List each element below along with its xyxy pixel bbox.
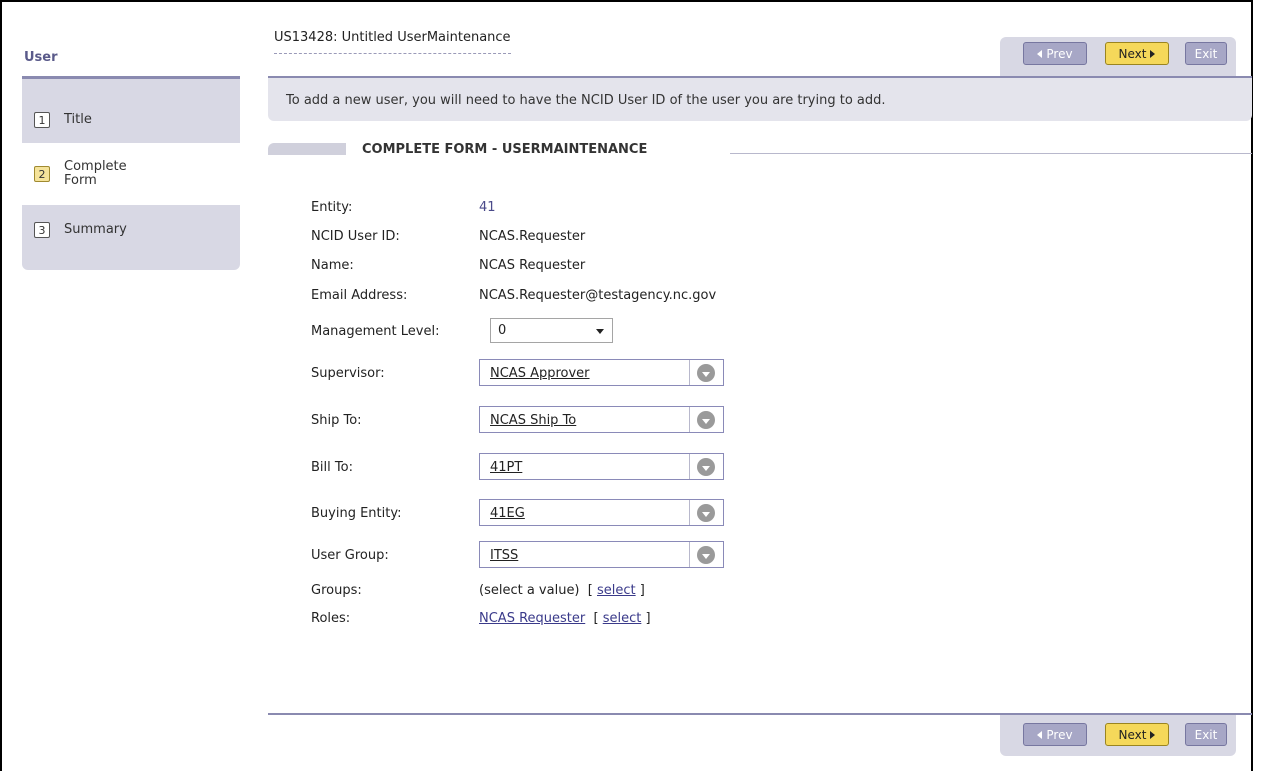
- exit-button[interactable]: Exit: [1185, 42, 1227, 65]
- step-label: Complete Form: [64, 160, 127, 188]
- combo-separator: [689, 407, 690, 432]
- prev-button[interactable]: Prev: [1023, 42, 1087, 65]
- groups-label: Groups:: [311, 583, 362, 598]
- email-label: Email Address:: [311, 288, 408, 303]
- step-label-line1: Complete: [64, 159, 127, 174]
- user-group-combo[interactable]: ITSS: [479, 541, 724, 568]
- bottom-nav-panel: Prev Next Exit: [1000, 715, 1236, 756]
- supervisor-combo[interactable]: NCAS Approver: [479, 359, 724, 386]
- exit-button[interactable]: Exit: [1185, 723, 1227, 746]
- sidebar-title: User: [24, 50, 58, 65]
- user-group-label: User Group:: [311, 548, 389, 563]
- dropdown-circle-icon[interactable]: [697, 504, 715, 522]
- bracket-close: ]: [639, 583, 645, 598]
- ncid-label: NCID User ID:: [311, 229, 400, 244]
- chevron-right-icon: [1150, 49, 1156, 58]
- step-complete-form[interactable]: 2 Complete Form: [22, 143, 240, 205]
- info-bar: To add a new user, you will need to have…: [268, 78, 1252, 121]
- step-number: 1: [34, 112, 50, 128]
- bracket-open: [: [587, 583, 593, 598]
- section-title: COMPLETE FORM - USERMAINTENANCE: [362, 142, 648, 157]
- dropdown-circle-icon[interactable]: [697, 364, 715, 382]
- dropdown-circle-icon[interactable]: [697, 546, 715, 564]
- step-summary[interactable]: 3 Summary: [22, 215, 240, 245]
- management-level-label: Management Level:: [311, 324, 440, 339]
- info-text: To add a new user, you will need to have…: [286, 93, 886, 108]
- entity-label: Entity:: [311, 200, 353, 215]
- roles-select-link[interactable]: select: [603, 611, 642, 626]
- chevron-right-icon: [1150, 730, 1156, 739]
- next-button[interactable]: Next: [1105, 723, 1169, 746]
- combo-separator: [689, 454, 690, 479]
- ship-to-value[interactable]: NCAS Ship To: [490, 413, 576, 428]
- name-value: NCAS Requester: [479, 258, 586, 273]
- section-tab: [268, 143, 346, 155]
- combo-separator: [689, 542, 690, 567]
- bill-to-combo[interactable]: 41PT: [479, 453, 724, 480]
- chevron-left-icon: [1037, 730, 1043, 739]
- step-number: 3: [34, 222, 50, 238]
- chevron-down-icon: [596, 329, 604, 334]
- roles-value-link[interactable]: NCAS Requester: [479, 611, 585, 626]
- sidebar-steps: 1 Title 2 Complete Form 3 Summary: [22, 79, 240, 270]
- buying-entity-value[interactable]: 41EG: [490, 506, 525, 521]
- management-level-value: 0: [498, 323, 507, 338]
- roles-label: Roles:: [311, 611, 351, 626]
- step-title[interactable]: 1 Title: [22, 105, 240, 135]
- ship-to-label: Ship To:: [311, 413, 362, 428]
- dropdown-circle-icon[interactable]: [697, 411, 715, 429]
- user-group-value[interactable]: ITSS: [490, 548, 518, 563]
- roles-value-wrap: NCAS Requester [ select ]: [479, 611, 651, 626]
- top-nav-panel: Prev Next Exit: [1000, 37, 1236, 76]
- supervisor-label: Supervisor:: [311, 366, 385, 381]
- bracket-open: [: [593, 611, 599, 626]
- page-title: US13428: Untitled UserMaintenance: [274, 30, 511, 54]
- bracket-close: ]: [645, 611, 651, 626]
- step-label: Summary: [64, 222, 127, 237]
- email-value: NCAS.Requester@testagency.nc.gov: [479, 288, 717, 303]
- entity-value: 41: [479, 200, 496, 215]
- groups-value: (select a value): [479, 583, 580, 598]
- combo-separator: [689, 500, 690, 525]
- next-button[interactable]: Next: [1105, 42, 1169, 65]
- bill-to-label: Bill To:: [311, 460, 353, 475]
- bill-to-value[interactable]: 41PT: [490, 460, 522, 475]
- combo-separator: [689, 360, 690, 385]
- section-divider: [730, 153, 1252, 154]
- management-level-select[interactable]: 0: [490, 318, 613, 343]
- groups-value-wrap: (select a value) [ select ]: [479, 583, 645, 598]
- step-label: Title: [64, 112, 92, 127]
- buying-entity-label: Buying Entity:: [311, 506, 402, 521]
- chevron-left-icon: [1037, 49, 1043, 58]
- ncid-value: NCAS.Requester: [479, 229, 586, 244]
- ship-to-combo[interactable]: NCAS Ship To: [479, 406, 724, 433]
- buying-entity-combo[interactable]: 41EG: [479, 499, 724, 526]
- prev-button[interactable]: Prev: [1023, 723, 1087, 746]
- supervisor-value[interactable]: NCAS Approver: [490, 366, 590, 381]
- name-label: Name:: [311, 258, 354, 273]
- groups-select-link[interactable]: select: [597, 583, 636, 598]
- step-number: 2: [34, 166, 50, 182]
- step-label-line2: Form: [64, 173, 97, 188]
- dropdown-circle-icon[interactable]: [697, 458, 715, 476]
